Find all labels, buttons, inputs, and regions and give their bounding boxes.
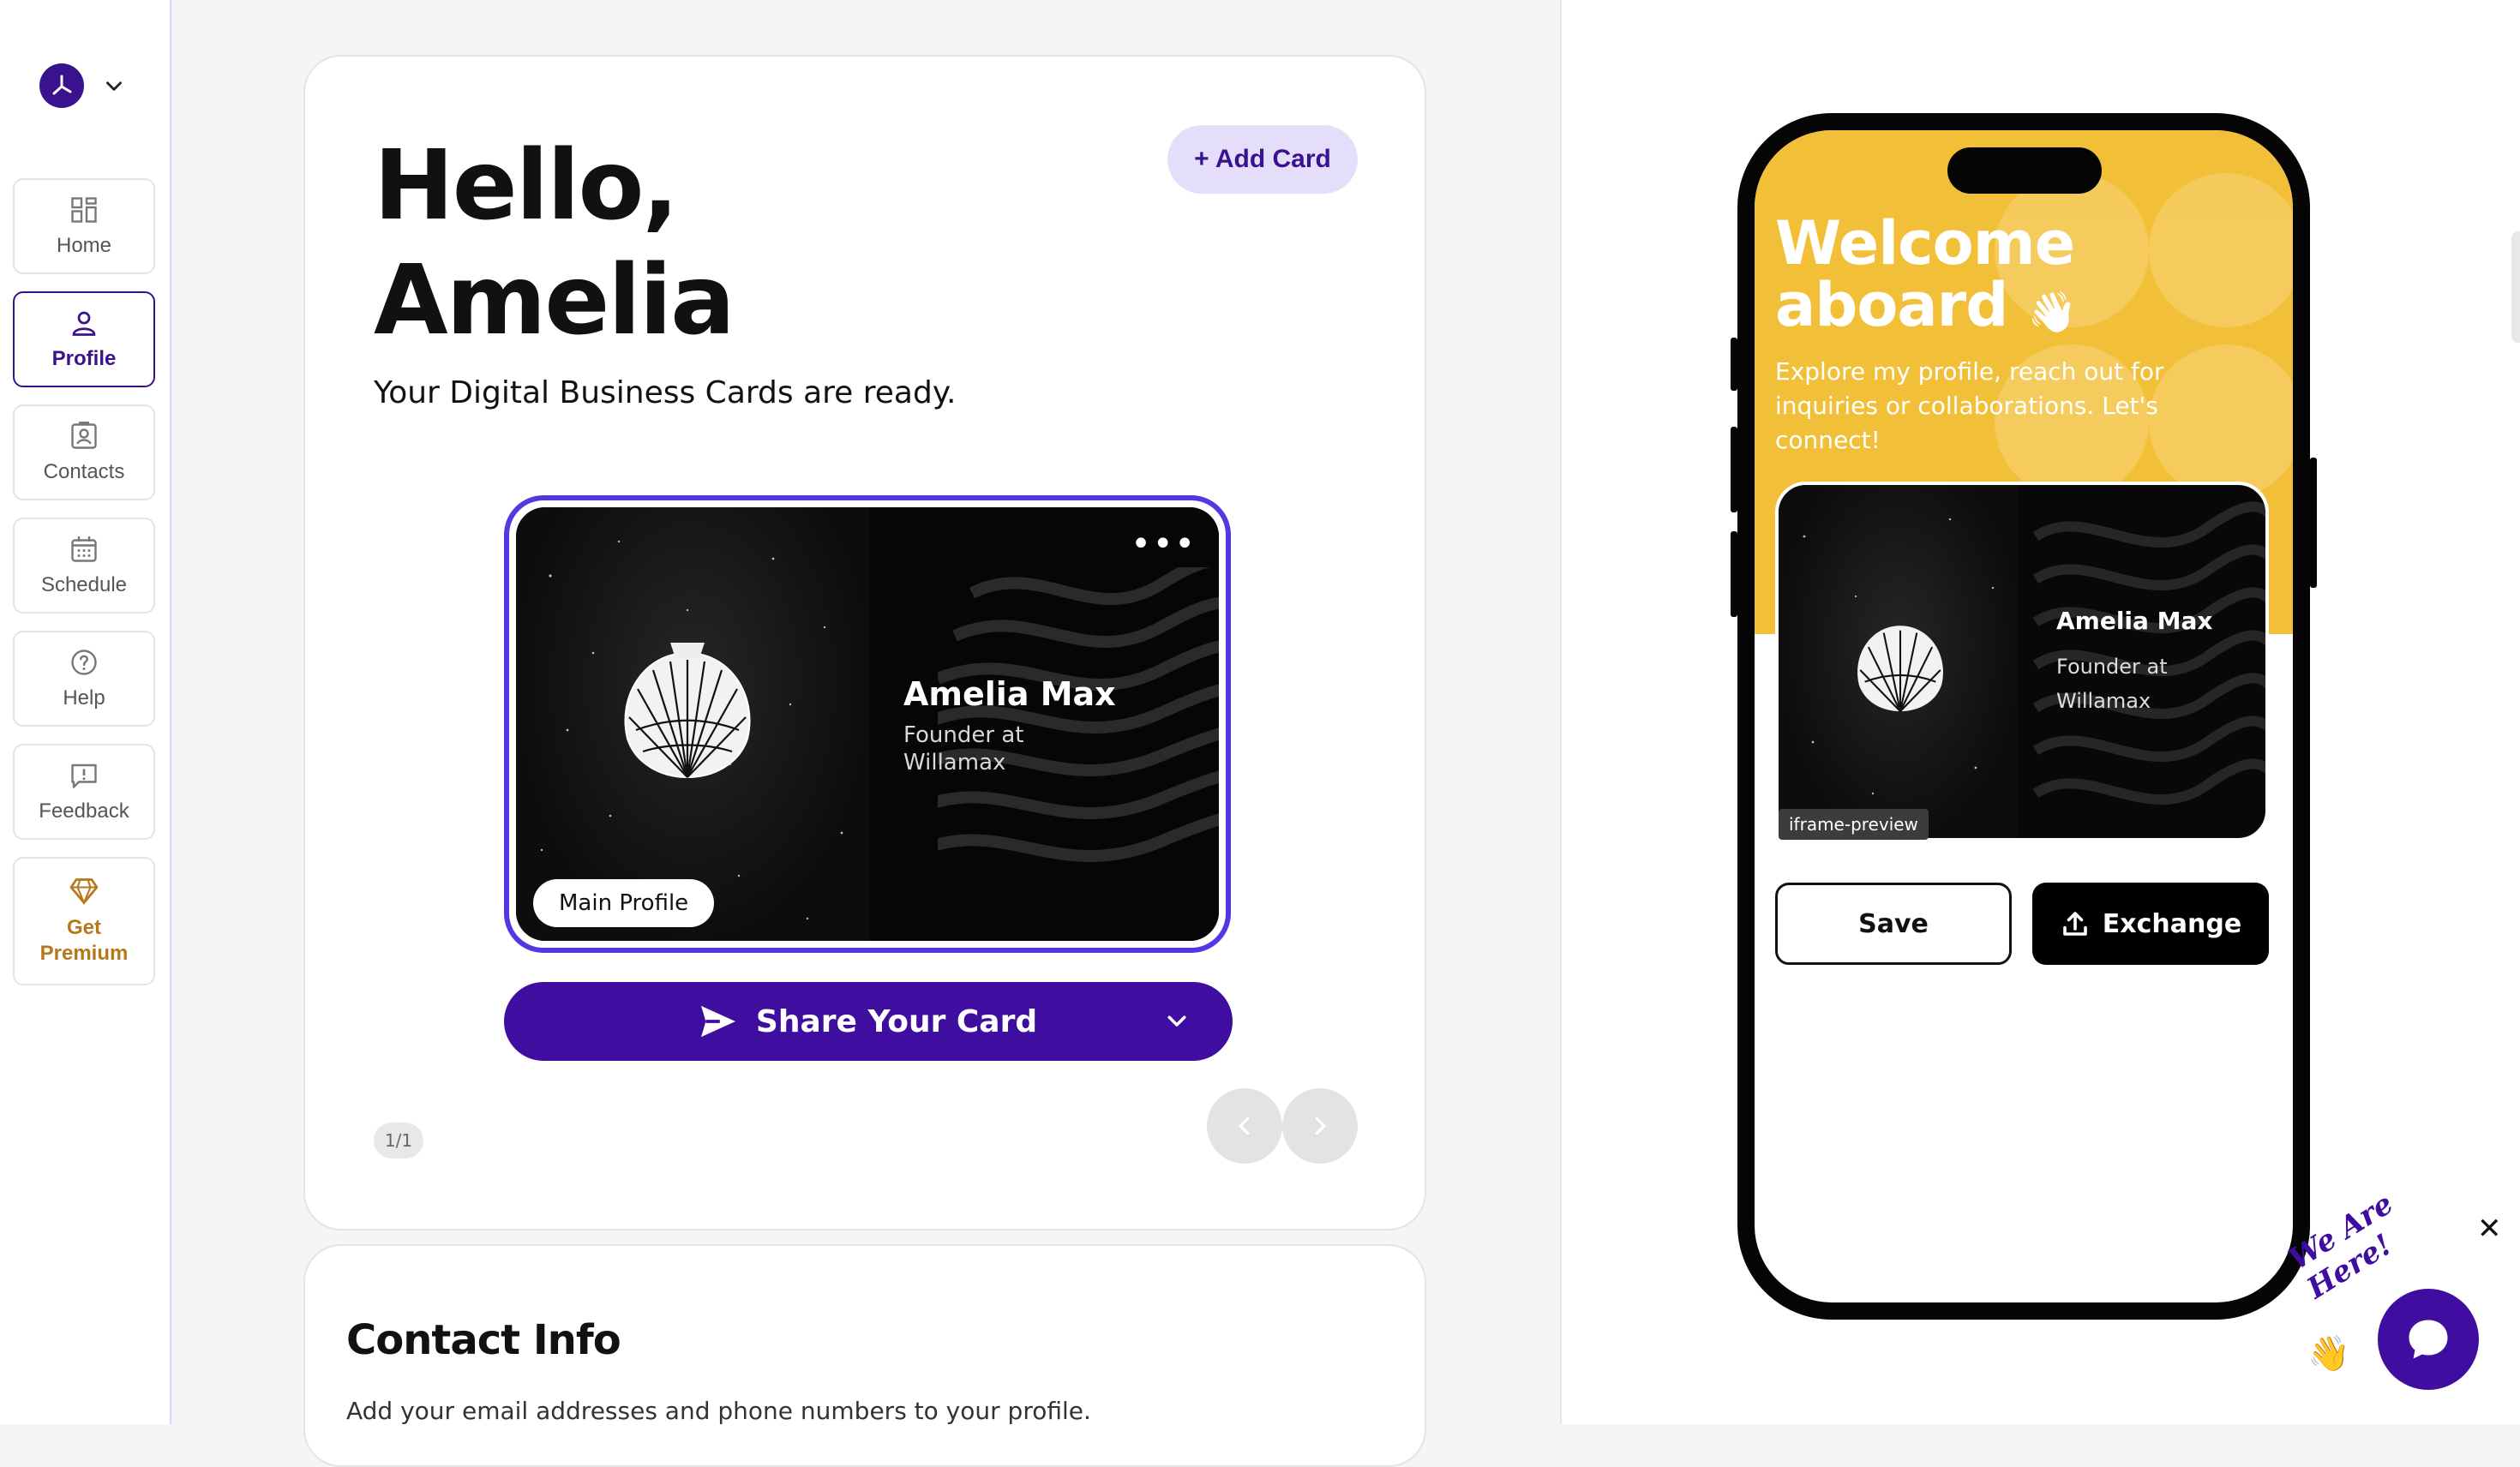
phone-side-button	[1731, 531, 1737, 617]
logo-mark-icon	[52, 75, 72, 95]
sidebar-item-feedback[interactable]: Feedback	[13, 744, 155, 840]
phone-side-button	[1731, 338, 1737, 391]
preview-business-card: Amelia Max Founder at Willamax	[1775, 482, 2269, 841]
contact-info-title: Contact Info	[346, 1316, 621, 1364]
exchange-contact-button[interactable]: Exchange	[2032, 883, 2269, 965]
seashell-icon	[624, 643, 751, 779]
dashboard-icon	[71, 197, 97, 223]
sidebar-item-label: Feedback	[39, 799, 129, 823]
previous-card-button[interactable]	[1207, 1088, 1282, 1164]
sidebar-item-label: Profile	[51, 347, 117, 370]
side-drawer-handle[interactable]	[2511, 231, 2520, 343]
sidebar-item-label: Help	[63, 686, 105, 710]
next-card-button[interactable]	[1282, 1088, 1358, 1164]
workspace-switcher[interactable]	[39, 63, 125, 108]
sidebar-item-contacts[interactable]: Contacts	[13, 404, 155, 500]
brand-logo	[39, 63, 84, 108]
waving-hand-icon: 👋	[2307, 1334, 2350, 1374]
chat-widget-launcher[interactable]	[2378, 1289, 2479, 1390]
waving-hand-icon: 👋	[2027, 289, 2077, 335]
card-pager: 1/1	[374, 1123, 423, 1159]
iframe-preview-label: iframe-preview	[1779, 809, 1929, 840]
mini-card-holder-role: Founder at Willamax	[2056, 650, 2193, 718]
exchange-label: Exchange	[2102, 908, 2242, 939]
feedback-icon	[71, 763, 97, 788]
phone-side-button	[2310, 458, 2317, 588]
sidebar-item-label: Contacts	[43, 460, 125, 483]
greeting-line1: Hello,	[374, 130, 679, 242]
sidebar-item-get-premium[interactable]: Get Premium	[13, 857, 155, 985]
dynamic-island	[1947, 147, 2102, 194]
chat-widget-close-icon[interactable]: ✕	[2477, 1212, 2502, 1246]
sidebar-item-schedule[interactable]: Schedule	[13, 518, 155, 614]
save-contact-button[interactable]: Save	[1775, 883, 2012, 965]
card-left-panel	[516, 507, 869, 941]
send-icon	[700, 1005, 735, 1038]
mini-card-holder-name: Amelia Max	[2056, 607, 2213, 635]
preview-welcome-heading: Welcome aboard 👋	[1775, 213, 2077, 343]
sidebar-item-label: Home	[56, 234, 112, 257]
diamond-icon	[69, 878, 99, 906]
calendar-icon	[71, 536, 97, 562]
business-card-selected[interactable]: ••• Amelia Max Founder at Willamax Main …	[504, 495, 1231, 953]
mini-card-role-line1: Founder at	[2056, 655, 2168, 679]
page-title: Hello, Amelia	[374, 129, 735, 358]
premium-label-line1: Get	[66, 916, 101, 939]
sidebar-item-help[interactable]: Help	[13, 631, 155, 727]
preview-intro-text: Explore my profile, reach out for inquir…	[1775, 357, 2164, 454]
premium-label: Get Premium	[40, 915, 129, 967]
main-content: Hello, Amelia Your Digital Business Card…	[171, 0, 1560, 1467]
mini-card-left-panel	[1779, 485, 2019, 838]
cards-panel: Hello, Amelia Your Digital Business Card…	[303, 55, 1426, 1230]
contacts-icon	[71, 422, 97, 449]
page-subtitle: Your Digital Business Cards are ready.	[374, 375, 957, 410]
greeting-line2: Amelia	[374, 245, 735, 356]
card-more-menu-icon[interactable]: •••	[1131, 527, 1197, 561]
card-type-badge: Main Profile	[533, 879, 715, 927]
contact-info-subtitle: Add your email addresses and phone numbe…	[346, 1397, 1091, 1425]
sidebar: Home Profile Contacts Schedule Help Feed…	[0, 0, 171, 1424]
help-icon	[71, 650, 97, 675]
premium-label-line2: Premium	[39, 942, 129, 965]
welcome-line2: aboard	[1775, 270, 2008, 340]
card-holder-name: Amelia Max	[903, 675, 1116, 713]
sidebar-item-profile[interactable]: Profile	[13, 291, 155, 387]
card-holder-role: Founder at Willamax	[903, 722, 1024, 775]
sidebar-item-label: Schedule	[40, 573, 128, 596]
seashell-icon	[1857, 626, 1943, 712]
phone-side-button	[1731, 427, 1737, 512]
business-card[interactable]: ••• Amelia Max Founder at Willamax Main …	[516, 507, 1219, 941]
sidebar-nav: Home Profile Contacts Schedule Help Feed…	[13, 178, 155, 1003]
chevron-left-icon	[1239, 1117, 1250, 1135]
mini-card-role-line2: Willamax	[2056, 689, 2151, 713]
chevron-right-icon	[1315, 1117, 1326, 1135]
share-card-label: Share Your Card	[755, 1003, 1038, 1039]
chat-bubble-icon	[2409, 1320, 2448, 1359]
upload-icon	[2062, 912, 2087, 936]
share-card-button[interactable]: Share Your Card	[504, 982, 1233, 1061]
phone-mockup: Welcome aboard 👋 Explore my profile, rea…	[1737, 113, 2310, 1320]
chevron-down-icon[interactable]	[1164, 1008, 1190, 1033]
contact-info-panel: Contact Info Add your email addresses an…	[303, 1244, 1426, 1467]
welcome-line1: Welcome	[1775, 208, 2075, 278]
chevron-down-icon	[106, 81, 122, 91]
user-icon	[72, 311, 96, 336]
sidebar-item-home[interactable]: Home	[13, 178, 155, 274]
add-card-button[interactable]: + Add Card	[1167, 125, 1358, 194]
